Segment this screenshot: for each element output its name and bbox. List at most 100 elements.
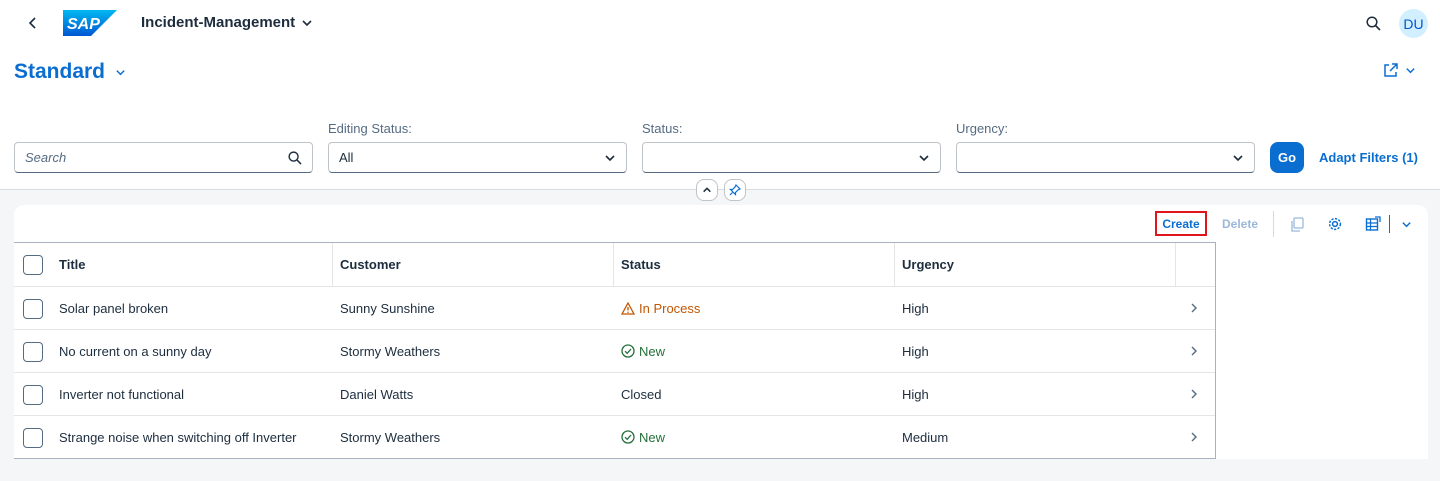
page-footer-space — [14, 459, 1428, 481]
row-status: In Process — [621, 287, 700, 329]
row-title: Inverter not functional — [59, 386, 185, 402]
row-customer: Daniel Watts — [340, 386, 414, 402]
urgency-filter-select[interactable] — [956, 142, 1255, 173]
create-button[interactable]: Create — [1155, 211, 1207, 236]
table-header-row: Title Customer Status Urgency — [14, 243, 1215, 287]
search-placeholder: Search — [25, 150, 67, 165]
pin-header-button[interactable] — [724, 179, 746, 201]
row-status-text: Closed — [621, 386, 662, 402]
row-status: New — [621, 330, 665, 372]
chevron-down-icon — [1401, 221, 1411, 227]
table-row[interactable]: No current on a sunny day Stormy Weather… — [14, 330, 1215, 373]
row-checkbox[interactable] — [23, 385, 43, 405]
editing-status-label: Editing Status: — [328, 121, 412, 136]
row-title: Solar panel broken — [59, 300, 169, 316]
chevron-down-icon — [1406, 67, 1415, 73]
row-status-text: New — [639, 343, 666, 359]
select-all-checkbox[interactable] — [23, 255, 43, 275]
variant-title: Standard — [14, 60, 106, 83]
chevron-right-icon — [1191, 346, 1197, 356]
row-navigation[interactable] — [1190, 287, 1198, 329]
chevron-right-icon — [1191, 432, 1197, 442]
column-header-urgency[interactable]: Urgency — [902, 243, 954, 286]
column-header-customer[interactable]: Customer — [340, 243, 401, 286]
page-header: Standard Search Editing Status: All Stat… — [0, 46, 1440, 190]
row-checkbox[interactable] — [23, 299, 43, 319]
row-urgency: High — [902, 386, 929, 402]
delete-button[interactable]: Delete — [1222, 217, 1258, 231]
chevron-right-icon — [1191, 303, 1197, 313]
row-customer: Stormy Weathers — [340, 429, 441, 445]
go-button[interactable]: Go — [1270, 142, 1304, 173]
row-title: No current on a sunny day — [59, 343, 212, 359]
row-navigation[interactable] — [1190, 330, 1198, 372]
table-settings-button[interactable] — [1326, 215, 1344, 233]
app-title-menu[interactable]: Incident-Management — [141, 14, 313, 31]
chevron-down-icon — [116, 69, 125, 75]
export-menu-button[interactable] — [1397, 215, 1415, 233]
editing-status-select[interactable]: All — [328, 142, 627, 173]
row-urgency: High — [902, 343, 929, 359]
table-row[interactable]: Strange noise when switching off Inverte… — [14, 416, 1215, 459]
copy-icon — [1291, 216, 1304, 232]
collapse-header-button[interactable] — [696, 179, 718, 201]
table-row[interactable]: Solar panel broken Sunny Sunshine In Pro… — [14, 287, 1215, 330]
chevron-down-icon — [302, 19, 312, 26]
row-customer: Sunny Sunshine — [340, 300, 435, 316]
svg-text:SAP: SAP — [67, 16, 100, 33]
urgency-filter-label: Urgency: — [956, 121, 1009, 136]
check-circle-icon — [621, 344, 635, 358]
back-button[interactable] — [22, 12, 44, 34]
toolbar-separator — [1273, 211, 1274, 237]
chevron-down-icon — [919, 154, 929, 161]
adapt-filters-button[interactable]: Adapt Filters (1) — [1319, 150, 1418, 165]
check-circle-icon — [621, 430, 635, 444]
column-header-title[interactable]: Title — [59, 243, 86, 286]
row-status: New — [621, 416, 665, 458]
row-checkbox[interactable] — [23, 342, 43, 362]
status-filter-select[interactable] — [642, 142, 941, 173]
share-button[interactable] — [1383, 62, 1416, 78]
warning-icon — [621, 301, 635, 315]
row-status: Closed — [621, 373, 661, 415]
column-separator — [332, 243, 333, 286]
search-icon[interactable] — [288, 150, 302, 165]
app-title: Incident-Management — [141, 14, 296, 31]
row-navigation[interactable] — [1190, 373, 1198, 415]
column-separator — [613, 243, 614, 286]
incidents-table: Title Customer Status Urgency Solar pane… — [14, 242, 1216, 459]
row-title: Strange noise when switching off Inverte… — [59, 429, 297, 445]
row-urgency: High — [902, 300, 929, 316]
shell-bar: SAP Incident-Management DU — [0, 0, 1440, 46]
export-separator — [1389, 215, 1390, 233]
row-navigation[interactable] — [1190, 416, 1198, 458]
sap-logo[interactable]: SAP — [63, 10, 117, 36]
column-separator — [894, 243, 895, 286]
column-separator — [1175, 243, 1176, 286]
row-urgency: Medium — [902, 429, 949, 445]
chevron-down-icon — [1233, 154, 1243, 161]
share-icon — [1384, 63, 1398, 77]
row-status-text: New — [639, 429, 666, 445]
chevron-up-icon — [703, 187, 711, 193]
incidents-table-card: Create Delete Title Customer Status Urge… — [14, 205, 1428, 461]
copy-button[interactable] — [1288, 215, 1306, 233]
user-avatar[interactable]: DU — [1399, 9, 1428, 38]
table-toolbar: Create Delete — [14, 205, 1428, 243]
search-input[interactable]: Search — [14, 142, 313, 173]
chevron-right-icon — [1191, 389, 1197, 399]
table-row[interactable]: Inverter not functional Daniel Watts Clo… — [14, 373, 1215, 416]
row-status-text: In Process — [639, 300, 701, 316]
row-checkbox[interactable] — [23, 428, 43, 448]
export-spreadsheet-icon — [1365, 216, 1381, 231]
status-filter-label: Status: — [642, 121, 683, 136]
editing-status-value: All — [339, 150, 354, 165]
pin-icon — [729, 184, 741, 196]
chevron-left-icon — [28, 17, 36, 29]
shell-search-button[interactable] — [1362, 12, 1384, 34]
search-icon — [1365, 15, 1381, 31]
row-customer: Stormy Weathers — [340, 343, 441, 359]
chevron-down-icon — [605, 154, 615, 161]
variant-selector[interactable]: Standard — [14, 60, 126, 84]
column-header-status[interactable]: Status — [621, 243, 661, 286]
